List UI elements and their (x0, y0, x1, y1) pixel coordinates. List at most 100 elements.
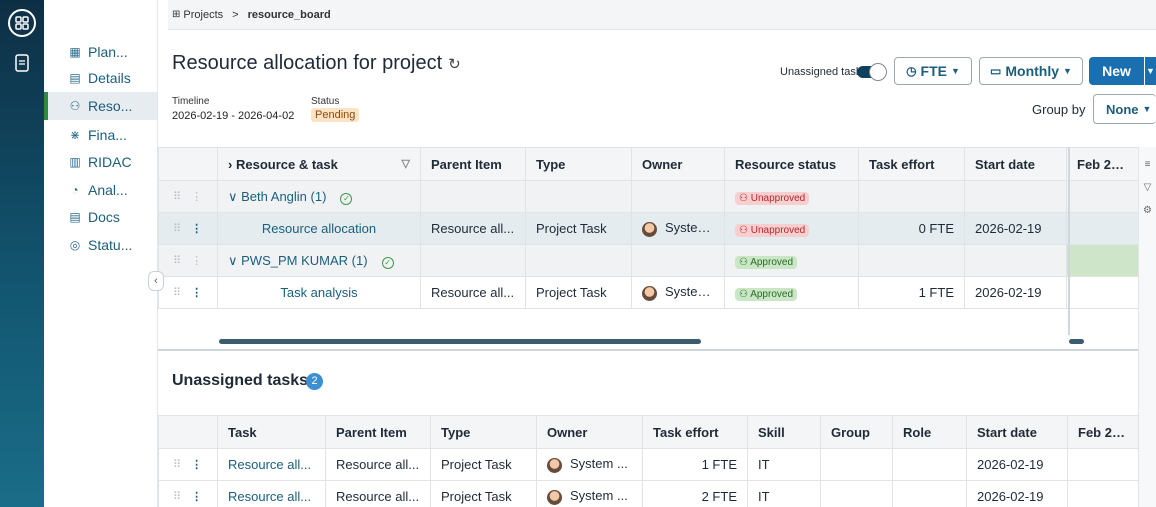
col-owner[interactable]: Owner (536, 415, 643, 449)
drag-handle[interactable]: ⠿ ⋮ (158, 180, 218, 213)
group-cell[interactable]: ∨ Beth Anglin (1) ✓ (217, 180, 421, 213)
monthly-dropdown[interactable]: ▭ Monthly ▼ (979, 57, 1083, 85)
unassigned-row[interactable]: ⠿ ⋮ Resource all... Resource all... Proje… (158, 448, 1139, 481)
drag-handle[interactable]: ⠿ ⋮ (158, 212, 218, 245)
nav-item-plan[interactable]: ▦ Plan... (44, 38, 157, 66)
col-feb-2026[interactable]: Feb 2026 (1067, 415, 1139, 449)
col-parent-item[interactable]: Parent Item (325, 415, 431, 449)
unassigned-toggle-label: Unassigned tasks (780, 66, 867, 78)
unassigned-grid: Task Parent Item Type Owner Task effort … (158, 415, 1139, 507)
timeline-scrollbar[interactable] (1069, 339, 1084, 344)
nav-item-status[interactable]: ◎ Statu... (44, 231, 157, 259)
breadcrumb-projects[interactable]: Projects (183, 9, 223, 21)
effort-cell: 1 FTE (642, 448, 748, 481)
task-cell[interactable]: Resource all... (217, 448, 326, 481)
group-row[interactable]: ⠿ ⋮ ∨ Beth Anglin (1) ✓ ⚇ Unapproved (158, 180, 1139, 213)
drag-handle[interactable]: ⠿ ⋮ (158, 448, 218, 481)
refresh-icon[interactable]: ↻ (448, 56, 461, 73)
col-skill[interactable]: Skill (747, 415, 821, 449)
status-text: Approved (750, 289, 794, 300)
section-nav: ▦ Plan... ▤ Details ⚇ Reso... ⋇ Fina... ▥ RID… (44, 0, 158, 507)
group-cell[interactable]: ∨ PWS_PM KUMAR (1) ✓ (217, 244, 421, 277)
task-row[interactable]: ⠿ ⋮ Resource allocation Resource all... P… (158, 212, 1139, 245)
collapse-nav-button[interactable]: ‹ (148, 271, 164, 291)
task-name[interactable]: Task analysis (217, 276, 421, 309)
grid-apps-icon[interactable] (8, 9, 36, 37)
group-row[interactable]: ⠿ ⋮ ∨ PWS_PM KUMAR (1) ✓ ⚇ Approved (158, 244, 1139, 277)
new-dropdown-button[interactable]: ▼ (1145, 57, 1156, 85)
col-task-effort[interactable]: Task effort (642, 415, 748, 449)
drag-handle[interactable]: ⠿ ⋮ (158, 480, 218, 507)
task-link[interactable]: Task analysis (280, 285, 357, 300)
col-resource-status[interactable]: Resource status (724, 147, 859, 181)
fte-label: FTE (920, 63, 947, 79)
col-group[interactable]: Group (820, 415, 893, 449)
col-owner[interactable]: Owner (631, 147, 725, 181)
effort-cell: 1 FTE (858, 276, 965, 309)
group-cell (820, 448, 893, 481)
col-type[interactable]: Type (430, 415, 537, 449)
col-resource-task[interactable]: › Resource & task ▽ (217, 147, 421, 181)
group-by-dropdown[interactable]: None ▼ (1093, 94, 1156, 124)
chevron-down-icon[interactable]: ∨ (228, 189, 238, 204)
calendar-icon: ▭ (990, 64, 1002, 78)
status-cell: ⚇ Approved (724, 276, 859, 309)
task-link[interactable]: Resource all... (228, 457, 311, 472)
status-badge: Pending (311, 108, 360, 122)
section-divider[interactable] (158, 349, 1138, 351)
drag-handle[interactable]: ⠿ ⋮ (158, 276, 218, 309)
col-feb-2026[interactable]: Feb 2026 (1066, 147, 1139, 181)
nav-label: Details (88, 70, 131, 86)
page-title: Resource allocation for project (172, 52, 443, 74)
col-parent-item[interactable]: Parent Item (420, 147, 526, 181)
skill-cell: IT (747, 480, 821, 507)
nav-item-finance[interactable]: ⋇ Fina... (44, 121, 157, 149)
drag-handle[interactable]: ⠿ ⋮ (158, 244, 218, 277)
nav-label: Statu... (88, 237, 133, 253)
task-name[interactable]: Resource allocation (217, 212, 421, 245)
fte-dropdown[interactable]: ◷ FTE ▼ (894, 57, 972, 85)
chevron-right-icon[interactable]: › (228, 157, 232, 172)
chevron-down-icon[interactable]: ∨ (228, 253, 238, 268)
avatar (547, 457, 562, 473)
row-menu-icon[interactable]: ⋮ (191, 287, 202, 299)
role-cell (892, 448, 967, 481)
nav-item-ridac[interactable]: ▥ RIDAC (44, 148, 157, 176)
filter-icon[interactable]: ▽ (1139, 182, 1156, 193)
task-link[interactable]: Resource allocation (262, 221, 376, 236)
horizontal-scrollbar[interactable] (219, 339, 701, 344)
row-menu-icon[interactable]: ⋮ (191, 459, 202, 471)
col-start-date[interactable]: Start date (964, 147, 1067, 181)
caret-down-icon: ▼ (1142, 104, 1152, 114)
nav-item-docs[interactable]: ▤ Docs (44, 203, 157, 231)
col-role[interactable]: Role (892, 415, 967, 449)
app-rail (0, 0, 44, 507)
filter-icon[interactable]: ▽ (402, 157, 410, 170)
unassigned-row[interactable]: ⠿ ⋮ Resource all... Resource all... Proje… (158, 480, 1139, 507)
col-start-date[interactable]: Start date (966, 415, 1068, 449)
nav-item-analytics[interactable]: ◔ Anal... (44, 176, 157, 204)
task-row[interactable]: ⠿ ⋮ Task analysis Resource all... Project… (158, 276, 1139, 309)
col-type[interactable]: Type (525, 147, 632, 181)
task-link[interactable]: Resource all... (228, 489, 311, 504)
group-cell (820, 480, 893, 507)
col-task[interactable]: Task (217, 415, 326, 449)
group-by-label: Group by (1032, 102, 1086, 117)
columns-icon[interactable]: ≡ (1139, 159, 1156, 170)
nav-item-details[interactable]: ▤ Details (44, 64, 157, 92)
parent-cell: Resource all... (325, 448, 431, 481)
settings-icon[interactable]: ⚙ (1139, 205, 1156, 216)
unassigned-toggle[interactable] (857, 63, 887, 81)
parent-cell: Resource all... (420, 276, 526, 309)
check-circle-icon: ✓ (381, 256, 394, 269)
row-menu-icon[interactable]: ⋮ (191, 491, 202, 503)
task-cell[interactable]: Resource all... (217, 480, 326, 507)
row-menu-icon[interactable]: ⋮ (191, 223, 202, 235)
nav-label: Fina... (88, 127, 127, 143)
status-cell: ⚇ Approved (724, 244, 859, 277)
analytics-icon: ◔ (71, 183, 79, 197)
new-button[interactable]: New (1089, 57, 1144, 85)
document-icon[interactable] (14, 54, 30, 72)
col-task-effort[interactable]: Task effort (858, 147, 965, 181)
nav-item-resources[interactable]: ⚇ Reso... (44, 92, 157, 120)
